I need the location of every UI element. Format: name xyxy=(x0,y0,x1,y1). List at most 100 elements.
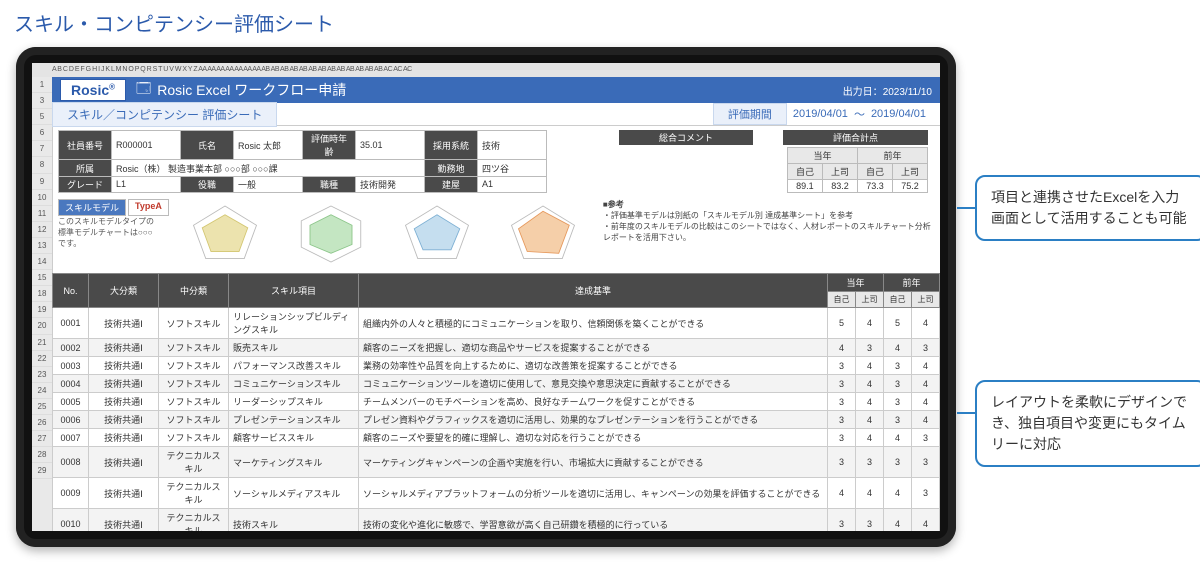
table-row[interactable]: 0010技術共通Ⅰテクニカルスキル技術スキル技術の変化や進化に敏感で、学習意欲が… xyxy=(53,509,940,532)
cell-prev-self[interactable]: 5 xyxy=(883,308,911,339)
cell-cur-self[interactable]: 3 xyxy=(827,447,855,478)
totals-cur-label: 当年 xyxy=(787,148,857,164)
table-row[interactable]: 0006技術共通Ⅰソフトスキルプレゼンテーションスキルプレゼン資料やグラフィック… xyxy=(53,411,940,429)
cell-criteria: 顧客のニーズや要望を的確に理解し、適切な対応を行うことができる xyxy=(359,429,828,447)
cell-prev-boss[interactable]: 3 xyxy=(911,429,939,447)
period-from[interactable]: 2019/04/01 xyxy=(793,108,848,120)
cell-no: 0005 xyxy=(53,393,89,411)
cell-mid: ソフトスキル xyxy=(159,339,229,357)
cell-cur-boss[interactable]: 4 xyxy=(855,429,883,447)
table-row[interactable]: 0008技術共通Ⅰテクニカルスキルマーケティングスキルマーケティングキャンペーン… xyxy=(53,447,940,478)
loc[interactable]: 四ツ谷 xyxy=(478,160,547,176)
cell-major: 技術共通Ⅰ xyxy=(89,509,159,532)
cell-prev-self[interactable]: 3 xyxy=(883,357,911,375)
cell-cur-boss[interactable]: 4 xyxy=(855,411,883,429)
period-sep: 〜 xyxy=(854,106,865,122)
cell-prev-boss[interactable]: 4 xyxy=(911,393,939,411)
age[interactable]: 35.01 xyxy=(356,131,425,160)
skills-table[interactable]: No. 大分類 中分類 スキル項目 達成基準 当年 前年 自己 上司 自己 xyxy=(52,273,940,531)
cell-cur-boss[interactable]: 3 xyxy=(855,447,883,478)
th-prev: 前年 xyxy=(883,274,939,292)
cell-prev-self[interactable]: 3 xyxy=(883,375,911,393)
cell-cur-boss[interactable]: 4 xyxy=(855,393,883,411)
cell-prev-self[interactable]: 4 xyxy=(883,478,911,509)
cell-cur-boss[interactable]: 4 xyxy=(855,357,883,375)
th-cur: 当年 xyxy=(827,274,883,292)
totals-self1: 自己 xyxy=(787,164,822,180)
line[interactable]: 技術 xyxy=(478,131,547,160)
output-date: 出力日：2023/11/10 xyxy=(843,83,932,98)
cell-no: 0007 xyxy=(53,429,89,447)
totals-boss2: 上司 xyxy=(892,164,927,180)
table-row[interactable]: 0007技術共通Ⅰソフトスキル顧客サービススキル顧客のニーズや要望を的確に理解し… xyxy=(53,429,940,447)
table-row[interactable]: 0005技術共通Ⅰソフトスキルリーダーシップスキルチームメンバーのモチベーション… xyxy=(53,393,940,411)
totals-prev-label: 前年 xyxy=(857,148,927,164)
skill-model-tabs[interactable]: スキルモデル TypeA xyxy=(58,199,169,216)
period-to[interactable]: 2019/04/01 xyxy=(871,108,926,120)
cell-prev-boss[interactable]: 3 xyxy=(911,339,939,357)
grade-label: グレード xyxy=(59,176,112,192)
cell-cur-boss[interactable]: 3 xyxy=(855,339,883,357)
name[interactable]: Rosic 太郎 xyxy=(234,131,303,160)
cell-cur-self[interactable]: 3 xyxy=(827,411,855,429)
cell-criteria: コミュニケーションツールを適切に使用して、意見交換や意思決定に貢献することができ… xyxy=(359,375,828,393)
cell-prev-boss[interactable]: 4 xyxy=(911,411,939,429)
cell-prev-boss[interactable]: 3 xyxy=(911,447,939,478)
cell-no: 0009 xyxy=(53,478,89,509)
cell-prev-boss[interactable]: 4 xyxy=(911,308,939,339)
bldg-label: 建屋 xyxy=(425,176,478,192)
dept[interactable]: Rosic（株） 製造事業本部 ○○○部 ○○○課 xyxy=(112,160,425,176)
cell-mid: ソフトスキル xyxy=(159,429,229,447)
radar-chart-1 xyxy=(175,199,275,269)
bldg[interactable]: A1 xyxy=(478,176,547,192)
radar-chart-4 xyxy=(493,199,593,269)
cell-cur-boss[interactable]: 3 xyxy=(855,509,883,532)
cell-prev-boss[interactable]: 4 xyxy=(911,375,939,393)
th-criteria: 達成基準 xyxy=(359,274,828,308)
role[interactable]: 一般 xyxy=(234,176,303,192)
cell-no: 0002 xyxy=(53,339,89,357)
th-major: 大分類 xyxy=(89,274,159,308)
jobtype[interactable]: 技術開発 xyxy=(356,176,425,192)
table-row[interactable]: 0002技術共通Ⅰソフトスキル販売スキル顧客のニーズを把握し、適切な商品やサービ… xyxy=(53,339,940,357)
period-label: 評価期間 xyxy=(713,103,787,125)
cell-cur-self[interactable]: 3 xyxy=(827,375,855,393)
cell-item: マーケティングスキル xyxy=(229,447,359,478)
cell-cur-boss[interactable]: 4 xyxy=(855,478,883,509)
charts-row: スキルモデル TypeA このスキルモデルタイプの標準モデルチャートは○○○です… xyxy=(52,197,940,273)
cell-cur-self[interactable]: 3 xyxy=(827,393,855,411)
table-row[interactable]: 0003技術共通Ⅰソフトスキルパフォーマンス改善スキル業務の効率性や品質を向上す… xyxy=(53,357,940,375)
cell-prev-self[interactable]: 4 xyxy=(883,339,911,357)
table-row[interactable]: 0004技術共通Ⅰソフトスキルコミュニケーションスキルコミュニケーションツールを… xyxy=(53,375,940,393)
radar-chart-3 xyxy=(387,199,487,269)
emp-no[interactable]: R000001 xyxy=(112,131,181,160)
tab-skillmodel[interactable]: スキルモデル xyxy=(58,199,126,216)
cell-cur-boss[interactable]: 4 xyxy=(855,375,883,393)
cell-mid: テクニカルスキル xyxy=(159,509,229,532)
cell-cur-self[interactable]: 3 xyxy=(827,429,855,447)
cell-item: プレゼンテーションスキル xyxy=(229,411,359,429)
cell-major: 技術共通Ⅰ xyxy=(89,447,159,478)
cell-cur-self[interactable]: 3 xyxy=(827,509,855,532)
grade[interactable]: L1 xyxy=(112,176,181,192)
cell-prev-self[interactable]: 3 xyxy=(883,411,911,429)
cell-prev-self[interactable]: 3 xyxy=(883,447,911,478)
totals-boss1: 上司 xyxy=(822,164,857,180)
table-row[interactable]: 0009技術共通Ⅰテクニカルスキルソーシャルメディアスキルソーシャルメディアプラ… xyxy=(53,478,940,509)
totals-block: 総合コメント 評価合計点 当年 前年 自己 上司 自己 上司 xyxy=(619,130,934,193)
th-cur-self: 自己 xyxy=(827,292,855,308)
cell-cur-self[interactable]: 3 xyxy=(827,357,855,375)
cell-prev-self[interactable]: 3 xyxy=(883,393,911,411)
cell-prev-boss[interactable]: 4 xyxy=(911,509,939,532)
cell-cur-self[interactable]: 4 xyxy=(827,478,855,509)
table-row[interactable]: 0001技術共通Ⅰソフトスキルリレーションシップビルディングスキル組織内外の人々… xyxy=(53,308,940,339)
cell-cur-self[interactable]: 4 xyxy=(827,339,855,357)
cell-prev-boss[interactable]: 3 xyxy=(911,478,939,509)
tab-typea[interactable]: TypeA xyxy=(128,199,169,216)
cell-prev-self[interactable]: 4 xyxy=(883,509,911,532)
cell-prev-boss[interactable]: 4 xyxy=(911,357,939,375)
cell-cur-boss[interactable]: 4 xyxy=(855,308,883,339)
cell-prev-self[interactable]: 4 xyxy=(883,429,911,447)
cell-mid: ソフトスキル xyxy=(159,308,229,339)
cell-cur-self[interactable]: 5 xyxy=(827,308,855,339)
